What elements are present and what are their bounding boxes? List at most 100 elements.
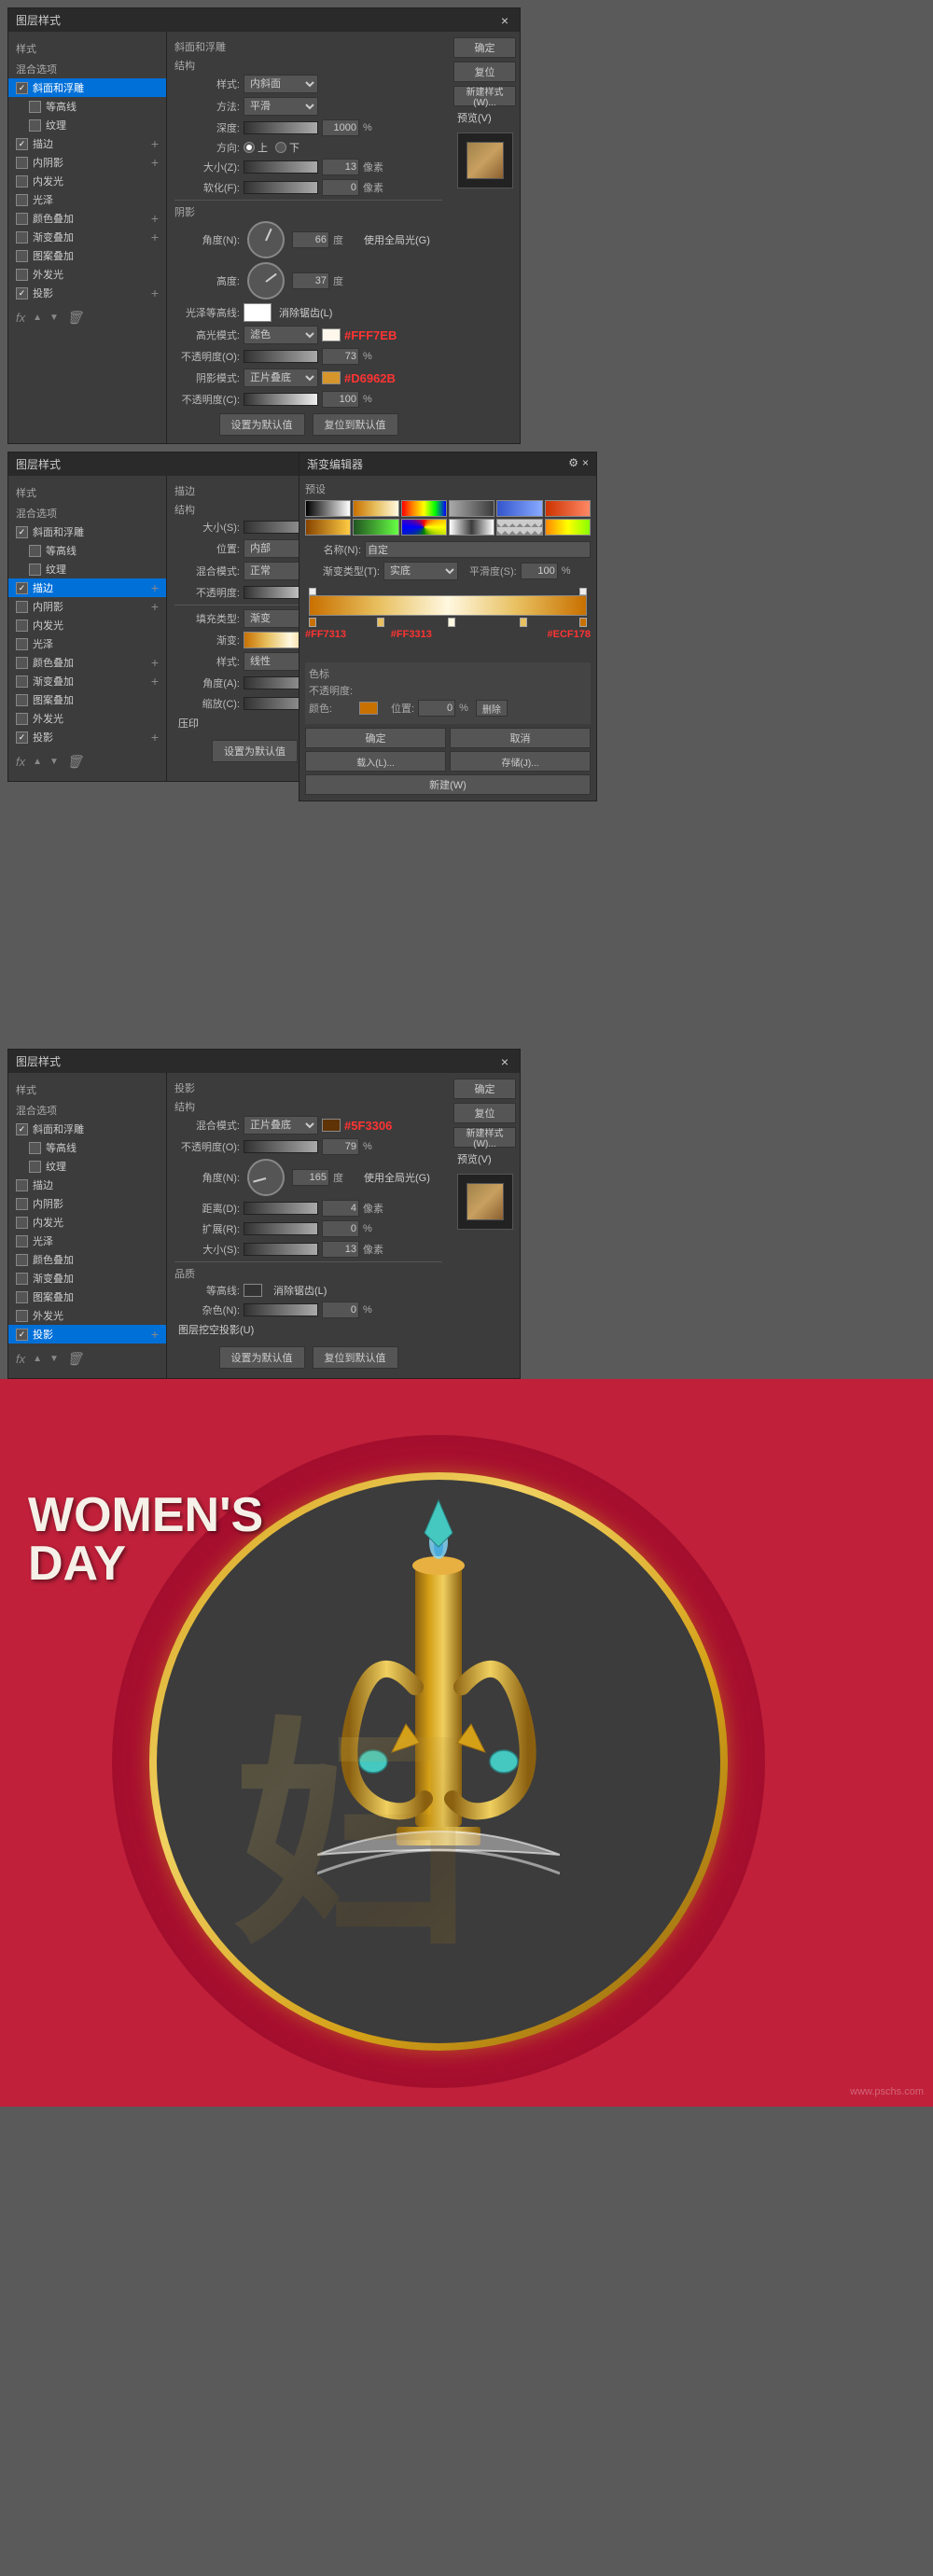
pattern-overlay-checkbox-3[interactable] — [16, 1291, 28, 1303]
shadow3-spread-input[interactable] — [322, 1220, 359, 1237]
swatch-conic[interactable] — [401, 519, 447, 536]
shadow3-opacity-input[interactable] — [322, 1138, 359, 1155]
shadow3-distance-slider[interactable] — [244, 1202, 318, 1215]
depth-slider[interactable] — [244, 121, 318, 134]
style-item-bevel[interactable]: 斜面和浮雕 — [8, 78, 166, 97]
inner-shadow-checkbox[interactable] — [16, 157, 28, 169]
ge-load-btn[interactable]: 载入(L)... — [305, 751, 446, 772]
satin-checkbox-3[interactable] — [16, 1235, 28, 1247]
ge-new-btn[interactable]: 新建(W) — [305, 774, 591, 795]
ge-cancel-btn[interactable]: 取消 — [450, 728, 591, 748]
altitude-input[interactable] — [292, 272, 329, 289]
set-default-btn-3[interactable]: 设置为默认值 — [219, 1346, 305, 1369]
swatch-transparent[interactable] — [449, 500, 494, 517]
style-item-texture-2[interactable]: 纹理 — [8, 560, 166, 578]
shadow3-spread-slider[interactable] — [244, 1222, 318, 1235]
style-item-drop-shadow[interactable]: 投影 + — [8, 284, 166, 302]
trash-icon-3[interactable]: 🗑 — [66, 1351, 83, 1367]
satin-checkbox[interactable] — [16, 194, 28, 206]
color-stop-3[interactable] — [448, 618, 455, 627]
gradient-editor-close[interactable]: × — [582, 456, 589, 472]
style-item-drop-shadow-2[interactable]: 投影 + — [8, 728, 166, 746]
swatch-gold[interactable] — [353, 500, 398, 517]
inner-shadow-plus-2[interactable]: + — [151, 599, 159, 614]
style-item-satin-3[interactable]: 光泽 — [8, 1232, 166, 1250]
color-overlay-plus-2[interactable]: + — [151, 655, 159, 670]
shadow-opacity-slider[interactable] — [244, 393, 318, 406]
texture-checkbox-3[interactable] — [29, 1161, 41, 1173]
pattern-overlay-checkbox[interactable] — [16, 250, 28, 262]
depth-input[interactable] — [322, 119, 359, 136]
down-arrow[interactable]: ▼ — [49, 313, 59, 323]
style-item-contour[interactable]: 等高线 — [8, 97, 166, 116]
stroke-checkbox-3[interactable] — [16, 1179, 28, 1191]
drop-shadow-checkbox[interactable] — [16, 287, 28, 299]
down-arrow-2[interactable]: ▼ — [49, 757, 59, 767]
drop-shadow-plus-2[interactable]: + — [151, 730, 159, 745]
satin-checkbox-2[interactable] — [16, 638, 28, 650]
style-item-pattern-overlay-3[interactable]: 图案叠加 — [8, 1288, 166, 1306]
dir-up-radio[interactable] — [244, 142, 255, 153]
soften-input[interactable] — [322, 179, 359, 196]
up-arrow-2[interactable]: ▲ — [33, 757, 42, 767]
delete-btn[interactable]: 删除 — [476, 700, 508, 717]
style-item-bevel-3[interactable]: 斜面和浮雕 — [8, 1120, 166, 1138]
style-item-gradient-overlay-3[interactable]: 渐变叠加 — [8, 1269, 166, 1288]
gradient-editor-gear[interactable]: ⚙ — [568, 456, 578, 472]
method-select[interactable]: 平滑 — [244, 97, 318, 116]
gradient-overlay-plus[interactable]: + — [151, 230, 159, 244]
style-item-stroke-3[interactable]: 描边 — [8, 1176, 166, 1194]
stroke-plus-2[interactable]: + — [151, 580, 159, 595]
size-input[interactable] — [322, 159, 359, 175]
size-slider[interactable] — [244, 160, 318, 174]
gradient-overlay-plus-2[interactable]: + — [151, 674, 159, 689]
shadow3-noise-slider[interactable] — [244, 1303, 318, 1316]
style-item-satin-2[interactable]: 光泽 — [8, 634, 166, 653]
set-default-btn-2[interactable]: 设置为默认值 — [212, 740, 298, 762]
shadow3-distance-input[interactable] — [322, 1200, 359, 1217]
trash-icon[interactable]: 🗑 — [66, 310, 83, 326]
swatch-red[interactable] — [545, 500, 591, 517]
opacity-stop-2[interactable] — [579, 588, 587, 595]
dialog1-close[interactable]: × — [497, 13, 512, 28]
up-arrow[interactable]: ▲ — [33, 313, 42, 323]
color-stop-2[interactable] — [377, 618, 384, 627]
texture-checkbox[interactable] — [29, 119, 41, 132]
dialog3-close[interactable]: × — [497, 1054, 512, 1069]
outer-glow-checkbox[interactable] — [16, 269, 28, 281]
stroke-plus[interactable]: + — [151, 136, 159, 151]
bevel-checkbox[interactable] — [16, 82, 28, 94]
color-info-swatch[interactable] — [359, 702, 378, 715]
style-item-texture[interactable]: 纹理 — [8, 116, 166, 134]
swatch-blue[interactable] — [496, 500, 542, 517]
swatch-rainbow[interactable] — [401, 500, 447, 517]
trash-icon-2[interactable]: 🗑 — [66, 754, 83, 770]
gradient-overlay-checkbox[interactable] — [16, 231, 28, 244]
color-stop-5[interactable] — [579, 618, 587, 627]
contour-checkbox-3[interactable] — [29, 1142, 41, 1154]
texture-checkbox-2[interactable] — [29, 564, 41, 576]
swatch-wtw[interactable] — [449, 519, 494, 536]
stroke-checkbox-2[interactable] — [16, 582, 28, 594]
style-item-inner-glow-2[interactable]: 内发光 — [8, 616, 166, 634]
color-overlay-plus[interactable]: + — [151, 211, 159, 226]
swatch-warm[interactable] — [545, 519, 591, 536]
drop-shadow-plus-3[interactable]: + — [151, 1327, 159, 1342]
shadow-opacity-input[interactable] — [322, 391, 359, 408]
style-item-color-overlay[interactable]: 颜色叠加 + — [8, 209, 166, 228]
style-item-satin[interactable]: 光泽 — [8, 190, 166, 209]
color-stop-4[interactable] — [520, 618, 527, 627]
ge-save-btn[interactable]: 存储(J)... — [450, 751, 591, 772]
style-item-color-overlay-3[interactable]: 颜色叠加 — [8, 1250, 166, 1269]
dir-down[interactable]: 下 — [275, 140, 299, 155]
style-item-inner-shadow[interactable]: 内阴影 + — [8, 153, 166, 172]
color-stop-1[interactable] — [309, 618, 316, 627]
drop-shadow-checkbox-2[interactable] — [16, 731, 28, 744]
shadow3-contour-preview[interactable] — [244, 1284, 262, 1297]
shadow3-color-swatch[interactable] — [322, 1119, 341, 1132]
soften-slider[interactable] — [244, 181, 318, 194]
style-item-gradient-overlay-2[interactable]: 渐变叠加 + — [8, 672, 166, 690]
swatch-bw[interactable] — [305, 500, 351, 517]
contour-checkbox[interactable] — [29, 101, 41, 113]
style-item-outer-glow-3[interactable]: 外发光 — [8, 1306, 166, 1325]
